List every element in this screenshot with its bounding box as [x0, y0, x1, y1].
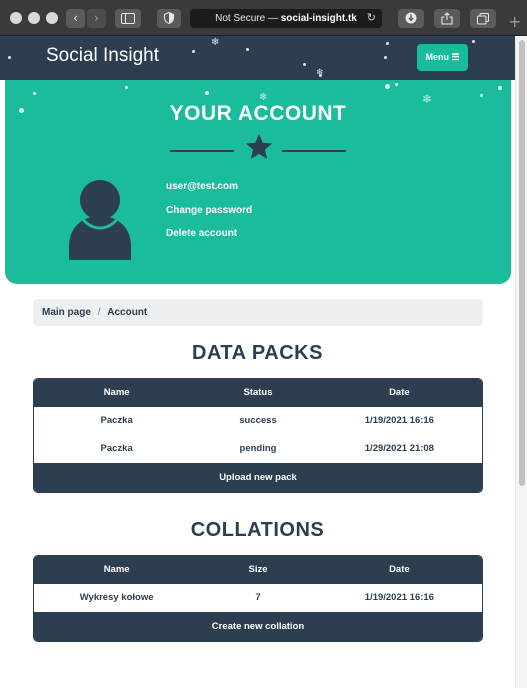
- create-new-collation-button[interactable]: Create new collation: [34, 612, 482, 641]
- download-icon: [405, 12, 417, 24]
- column-header: Date: [316, 379, 482, 407]
- breadcrumb-separator: /: [97, 307, 101, 318]
- snow-particle: [472, 40, 475, 43]
- page-title: YOUR ACCOUNT: [169, 102, 347, 125]
- snowflake-icon: ❄: [316, 68, 324, 78]
- title-divider-left: [170, 150, 234, 152]
- table-row[interactable]: Paczka pending 1/29/2021 21:08: [34, 435, 482, 463]
- account-email: user@test.com: [166, 181, 238, 192]
- back-button[interactable]: ‹: [66, 9, 85, 28]
- sidebar-icon: [121, 13, 135, 24]
- zoom-window-button[interactable]: [46, 12, 58, 24]
- snow-particle: [385, 84, 390, 89]
- table-row[interactable]: Wykresy kołowe 7 1/19/2021 16:16: [34, 584, 482, 612]
- chevron-right-icon: ›: [94, 11, 99, 25]
- browser-toolbar: ‹ › Not Secure — social-insight.tk ↻ +: [0, 0, 527, 36]
- column-header: Name: [34, 379, 200, 407]
- url-host: social-insight.tk: [280, 13, 357, 24]
- snow-particle: [125, 86, 128, 89]
- user-avatar-icon: [69, 180, 131, 260]
- snow-particle: [498, 86, 502, 90]
- snow-particle: [33, 92, 36, 95]
- chevron-left-icon: ‹: [73, 11, 78, 25]
- menu-button[interactable]: Menu ☰: [417, 44, 468, 71]
- snow-particle: [480, 94, 483, 97]
- data-packs-title: DATA PACKS: [192, 342, 323, 364]
- snow-particle: [303, 63, 306, 66]
- tabs-icon: [477, 13, 489, 25]
- delete-account-link[interactable]: Delete account: [166, 228, 237, 239]
- snow-particle: [8, 56, 11, 59]
- data-packs-table: Name Status Date Paczka success 1/19/202…: [33, 378, 483, 493]
- site-navbar: ❄ ❄ Social Insight Menu ☰: [0, 36, 515, 80]
- collation-size: 7: [255, 592, 261, 603]
- column-header: Status: [199, 379, 317, 407]
- url-security-label: Not Secure —: [215, 13, 278, 24]
- pack-name: Paczka: [100, 443, 133, 454]
- shield-icon: [164, 11, 174, 25]
- upload-new-pack-button[interactable]: Upload new pack: [34, 463, 482, 492]
- forward-button[interactable]: ›: [87, 9, 106, 28]
- reload-icon[interactable]: ↻: [367, 9, 376, 28]
- snow-particle: [246, 48, 249, 51]
- column-header: Date: [316, 556, 482, 584]
- close-window-button[interactable]: [10, 12, 22, 24]
- pack-status: success: [239, 415, 277, 426]
- table-header-row: Name Status Date: [34, 379, 482, 407]
- star-icon: [245, 133, 273, 159]
- address-bar[interactable]: Not Secure — social-insight.tk ↻: [190, 9, 382, 28]
- pack-date: 1/19/2021 16:16: [364, 415, 434, 426]
- privacy-shield-button[interactable]: [157, 9, 181, 28]
- snow-particle: [192, 50, 195, 53]
- account-header: ❄ ❄ YOUR ACCOUNT user@test.com Change pa…: [5, 80, 511, 284]
- minimize-window-button[interactable]: [28, 12, 40, 24]
- new-tab-button[interactable]: +: [508, 12, 521, 31]
- snow-particle: [395, 83, 398, 86]
- tab-overview-button[interactable]: [470, 9, 496, 28]
- snow-particle: [384, 56, 387, 59]
- page-viewport: ❄ ❄ Social Insight Menu ☰ ❄ ❄ YOUR ACCOU…: [0, 36, 515, 688]
- vertical-scrollbar[interactable]: [515, 36, 527, 688]
- downloads-button[interactable]: [398, 9, 424, 28]
- change-password-link[interactable]: Change password: [166, 205, 252, 216]
- pack-status: pending: [239, 443, 277, 454]
- snow-particle: [386, 42, 389, 45]
- breadcrumb-current: Account: [107, 307, 148, 318]
- collations-table: Name Size Date Wykresy kołowe 7 1/19/202…: [33, 555, 483, 642]
- table-row[interactable]: Paczka success 1/19/2021 16:16: [34, 407, 482, 435]
- browser-window: ‹ › Not Secure — social-insight.tk ↻ + ❄…: [0, 0, 527, 688]
- sidebar-toggle-button[interactable]: [115, 9, 141, 28]
- share-button[interactable]: [434, 9, 460, 28]
- snow-particle: [205, 91, 209, 95]
- brand-logo[interactable]: Social Insight: [46, 45, 159, 67]
- snowflake-icon: ❄: [211, 37, 220, 48]
- breadcrumb: Main page / Account: [33, 299, 483, 326]
- column-header: Name: [34, 556, 200, 584]
- table-header-row: Name Size Date: [34, 556, 482, 584]
- pack-date: 1/29/2021 21:08: [364, 443, 434, 454]
- breadcrumb-home-link[interactable]: Main page: [42, 307, 91, 318]
- collations-title: COLLATIONS: [190, 519, 325, 541]
- collation-date: 1/19/2021 16:16: [364, 592, 434, 603]
- collation-name: Wykresy kołowe: [79, 592, 154, 603]
- scrollbar-thumb[interactable]: [519, 40, 525, 486]
- share-icon: [441, 12, 453, 25]
- column-header: Size: [199, 556, 317, 584]
- title-divider-right: [282, 150, 346, 152]
- pack-name: Paczka: [100, 415, 133, 426]
